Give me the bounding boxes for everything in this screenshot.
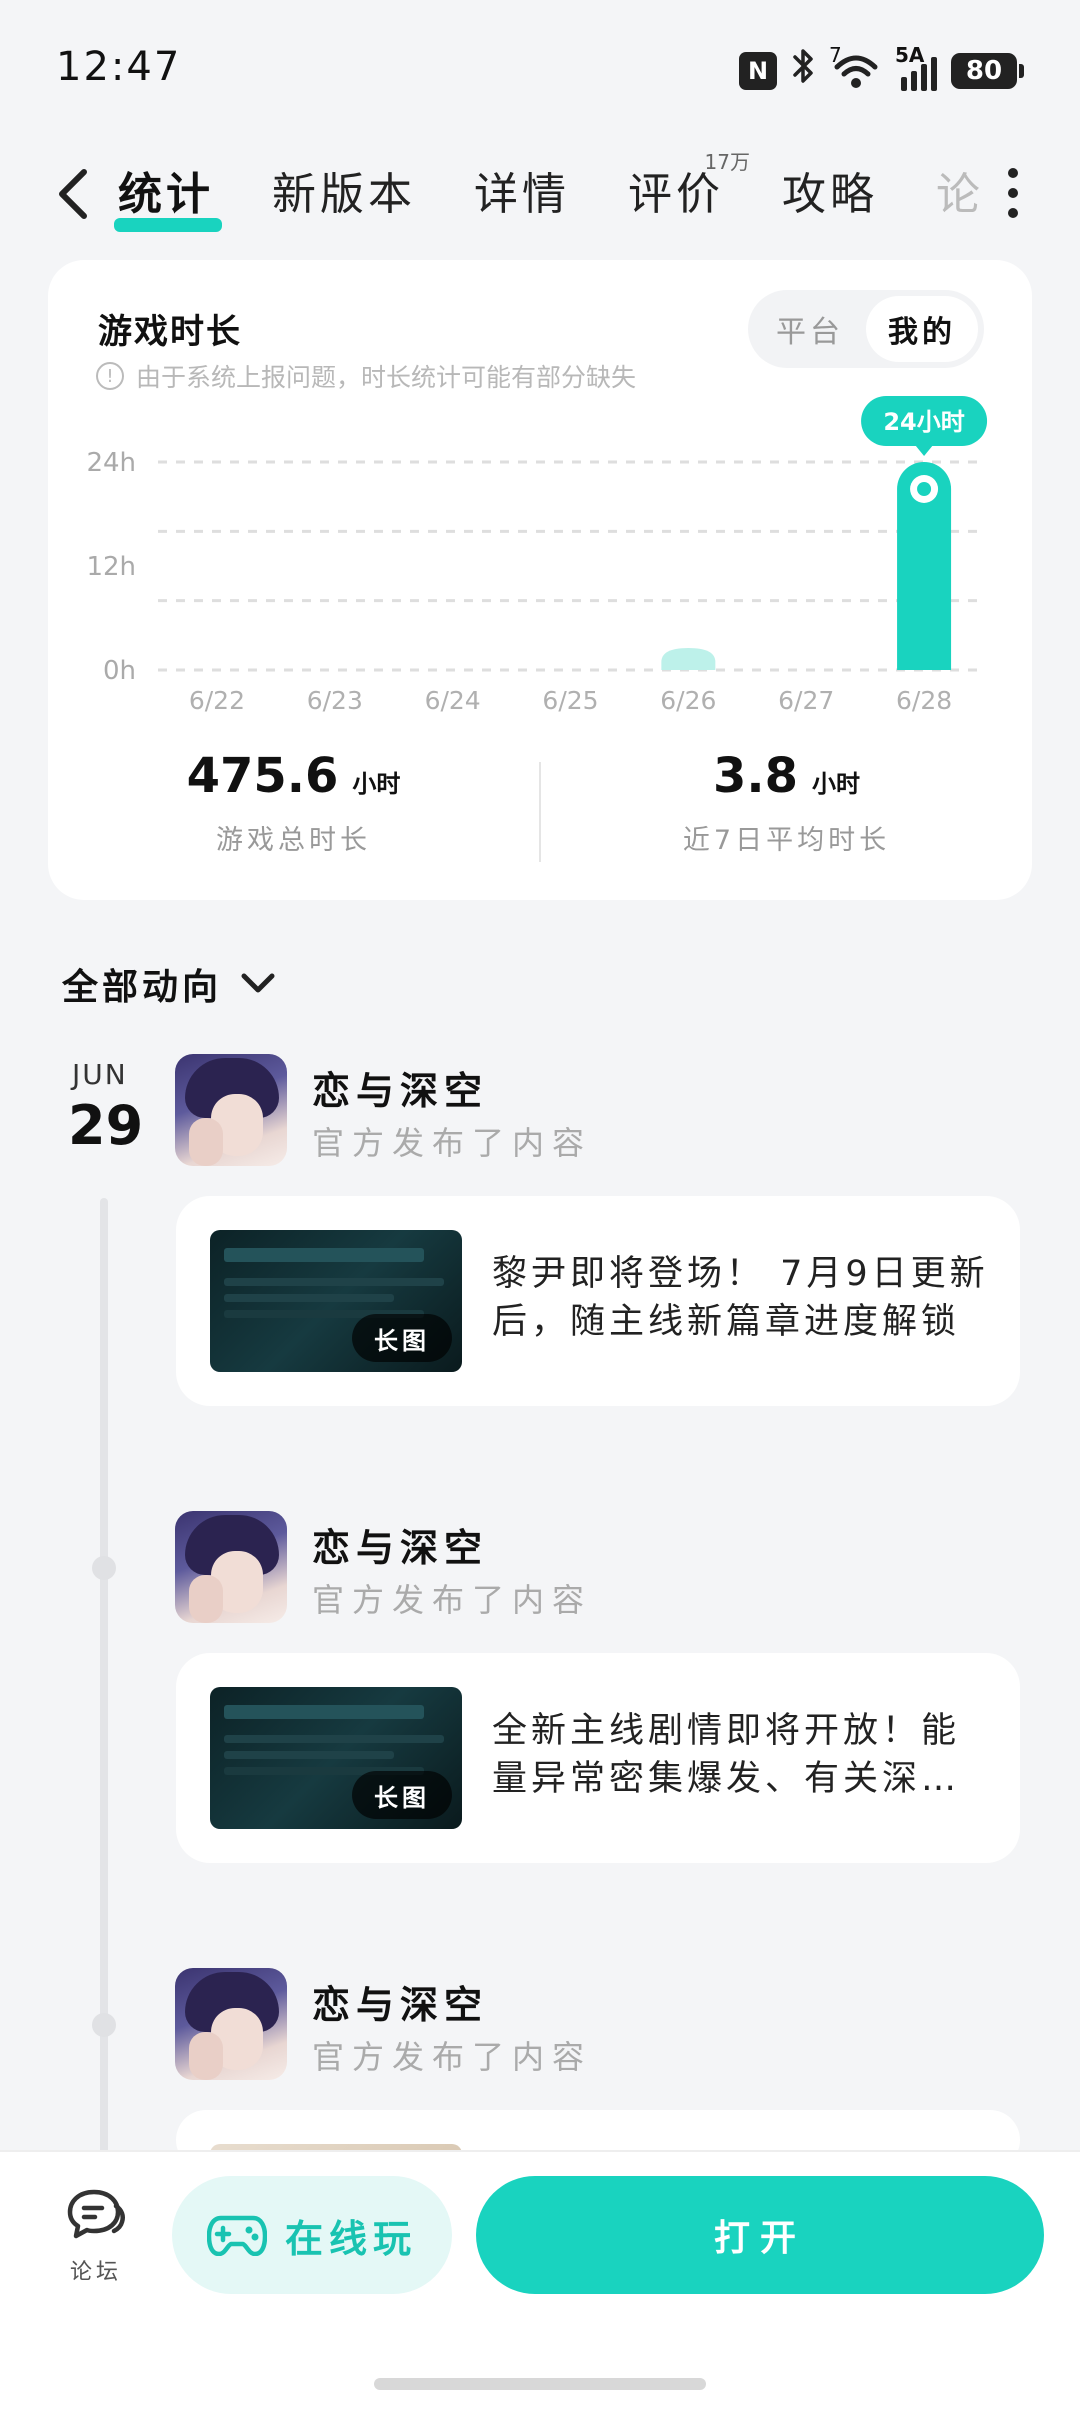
value-tooltip-pointer [915, 445, 934, 456]
weekly-average-value: 3.8 [712, 748, 799, 804]
tab-label: 详情 [474, 169, 570, 220]
chat-icon [67, 2189, 125, 2239]
tab-details[interactable]: 详情 [474, 158, 570, 222]
post-author[interactable]: 恋与深空 [312, 1974, 488, 2029]
playtime-bar-chart: 24h 12h 0h 6/22 6/23 6/24 6/25 6/26 6/27 24小时 6/28 [86, 396, 988, 715]
status-bar: 12:47 N 7 5A 80 [0, 0, 1080, 140]
post-author[interactable]: 恋与深空 [312, 1517, 488, 1572]
tab-label: 攻略 [782, 169, 878, 220]
more-icon[interactable] [1008, 168, 1020, 218]
forum-button[interactable]: 论坛 [56, 2186, 136, 2286]
review-count-badge: 17万 [704, 150, 750, 174]
tab-guides[interactable]: 攻略 [782, 158, 878, 222]
game-avatar[interactable] [175, 1511, 287, 1623]
wifi-icon: 7 [829, 43, 881, 91]
weekly-average-unit: 小时 [812, 770, 861, 798]
y-tick-label: 12h [86, 552, 136, 582]
post-subtitle: 官方发布了内容 [312, 1581, 593, 1619]
x-tick-label: 6/25 [542, 686, 598, 715]
date-day: 29 [68, 1094, 144, 1157]
battery-level: 80 [951, 52, 1017, 89]
tab-label: 论 [936, 169, 984, 220]
network-type: 5A [895, 42, 925, 67]
tab-reviews[interactable]: 评价 17万 [628, 150, 750, 222]
bluetooth-icon [791, 46, 817, 95]
long-image-badge: 长图 [352, 1771, 452, 1819]
post-thumbnail: 长图 [210, 1230, 462, 1372]
weekly-average-label: 近7日平均时长 [682, 825, 891, 856]
total-playtime-label: 游戏总时长 [216, 825, 371, 856]
weekly-average: 3.8 小时 近7日平均时长 [541, 740, 1032, 880]
x-tick-label: 6/22 [189, 686, 245, 715]
x-tick-label: 6/28 [896, 686, 952, 715]
game-avatar[interactable] [175, 1054, 287, 1166]
status-icons: N 7 5A 80 [739, 43, 1024, 95]
activity-title: 全部动向 [62, 967, 223, 1008]
tabs: 统计 新版本 详情 评价 17万 攻略 论 [114, 140, 1042, 240]
post-subtitle: 官方发布了内容 [312, 1124, 593, 1162]
nfc-icon: N [739, 51, 777, 90]
post-card[interactable]: 长图 全新主线剧情即将开放！能量异常密集爆发、有关深空的秘密 [176, 1653, 1020, 1863]
y-tick-label: 0h [103, 656, 136, 686]
chevron-down-icon [241, 973, 275, 993]
status-time: 12:47 [56, 44, 182, 90]
long-image-badge: 长图 [352, 1314, 452, 1362]
play-online-button[interactable]: 在线玩 [172, 2176, 452, 2294]
back-icon[interactable] [50, 164, 100, 224]
x-tick-label: 6/26 [660, 686, 716, 715]
forum-label: 论坛 [69, 2260, 122, 2285]
summary-stats: 475.6 小时 游戏总时长 3.8 小时 近7日平均时长 [48, 740, 1032, 880]
activity-filter[interactable]: 全部动向 [62, 958, 276, 1010]
bottom-action-bar: 论坛 在线玩 打开 [0, 2150, 1080, 2411]
signal-icon: 5A [895, 43, 937, 91]
total-playtime: 475.6 小时 游戏总时长 [48, 740, 539, 880]
post-author[interactable]: 恋与深空 [312, 1060, 488, 1115]
value-tooltip-label: 24小时 [883, 408, 964, 436]
timeline-dot [92, 2013, 116, 2037]
bar-marker-center [917, 482, 932, 496]
tab-statistics[interactable]: 统计 [114, 158, 222, 232]
x-tick-label: 6/27 [778, 686, 834, 715]
tab-forum[interactable]: 论 [936, 158, 984, 222]
tab-new-version[interactable]: 新版本 [272, 158, 416, 222]
tab-label: 统计 [118, 169, 214, 220]
wifi-generation: 7 [829, 42, 842, 67]
timeline-dot [92, 1556, 116, 1580]
total-playtime-unit: 小时 [352, 770, 401, 798]
game-avatar[interactable] [175, 1968, 287, 2080]
total-playtime-value: 475.6 [186, 748, 339, 804]
post-text: 全新主线剧情即将开放！能量异常密集爆发、有关深空的秘密 [492, 1711, 961, 1799]
play-online-label: 在线玩 [284, 2216, 417, 2261]
x-tick-label: 6/24 [425, 686, 481, 715]
post-subtitle: 官方发布了内容 [312, 2038, 593, 2076]
open-button[interactable]: 打开 [476, 2176, 1044, 2294]
battery-icon: 80 [951, 52, 1024, 89]
tab-label: 新版本 [272, 169, 416, 220]
bar [661, 648, 716, 670]
post-thumbnail: 长图 [210, 1687, 462, 1829]
playtime-card: 游戏时长 ! 由于系统上报问题，时长统计可能有部分缺失 平台 我的 24h 12h… [48, 260, 1032, 900]
post-card[interactable]: 长图 黎尹即将登场！ 7月9日更新后，随主线新篇章进度解锁 [176, 1196, 1020, 1406]
x-tick-label: 6/23 [307, 686, 363, 715]
tab-label: 评价 [628, 169, 724, 220]
top-tab-bar: 统计 新版本 详情 评价 17万 攻略 论 [0, 140, 1080, 250]
home-indicator[interactable] [374, 2378, 706, 2390]
post-text: 黎尹即将登场！ 7月9日更新后，随主线新篇章进度解锁 [492, 1254, 989, 1342]
y-tick-label: 24h [86, 448, 136, 478]
date-month: JUN [72, 1058, 128, 1091]
gamepad-icon [206, 2215, 267, 2256]
